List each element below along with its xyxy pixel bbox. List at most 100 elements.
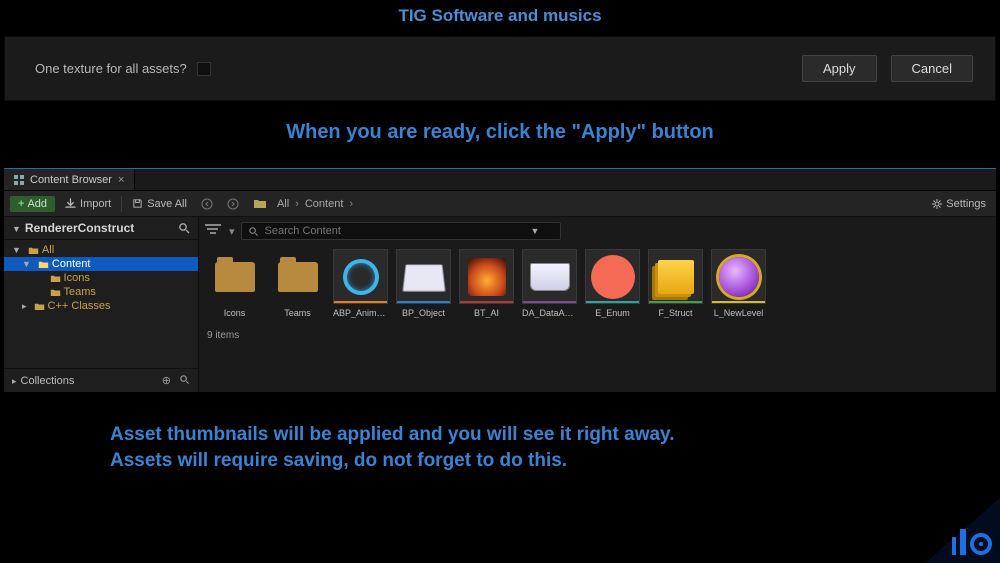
folder-icon — [28, 246, 39, 255]
asset-item[interactable]: BP_Object — [396, 249, 451, 318]
thumbnail — [585, 249, 640, 304]
asset-view: ▾ ▼ Icons Teams ABP_AnimBP BP_Object BT_AI DA… — [199, 217, 996, 392]
item-label: L_NewLevel — [711, 308, 766, 318]
tree-label: All — [42, 244, 54, 256]
folder-icon — [278, 262, 318, 292]
folder-grid-icon — [14, 175, 24, 185]
chevron-down-icon: ▼ — [12, 224, 21, 234]
search-icon[interactable] — [178, 222, 190, 234]
type-underline — [460, 301, 513, 303]
dialog-buttons: Apply Cancel — [802, 55, 973, 82]
item-label: F_Struct — [648, 308, 703, 318]
one-texture-checkbox[interactable] — [197, 62, 211, 76]
chevron-down-icon[interactable]: ▾ — [229, 225, 235, 238]
history-back-button[interactable] — [197, 196, 217, 212]
tree-row-icons[interactable]: ▸Icons — [4, 271, 198, 285]
import-button[interactable]: Import — [61, 196, 115, 212]
asset-item[interactable]: DA_DataAsset — [522, 249, 577, 318]
instruction-line: Asset thumbnails will be applied and you… — [110, 422, 820, 448]
toolbar: + Add Import Save All All › Cont — [4, 191, 996, 217]
folder-item[interactable]: Icons — [207, 249, 262, 318]
project-name: RendererConstruct — [25, 221, 134, 235]
item-label: BP_Object — [396, 308, 451, 318]
instruction-after-apply: Asset thumbnails will be applied and you… — [0, 392, 820, 473]
content-browser: Content Browser × + Add Import Save All — [4, 168, 996, 392]
item-label: E_Enum — [585, 308, 640, 318]
filter-button[interactable] — [205, 224, 223, 238]
asset-item[interactable]: BT_AI — [459, 249, 514, 318]
asset-art — [343, 259, 379, 295]
crumb-all[interactable]: All — [277, 198, 289, 210]
add-button[interactable]: + Add — [10, 196, 55, 212]
asset-art — [468, 258, 506, 296]
tab-content-browser[interactable]: Content Browser × — [4, 169, 135, 190]
import-label: Import — [80, 198, 111, 210]
asset-item[interactable]: E_Enum — [585, 249, 640, 318]
add-label: Add — [27, 198, 47, 210]
type-underline — [586, 301, 639, 303]
thumbnail — [522, 249, 577, 304]
save-all-button[interactable]: Save All — [128, 196, 191, 212]
collections-header[interactable]: ▸ Collections ⊕ — [4, 368, 198, 392]
type-underline — [523, 301, 576, 303]
plus-icon: + — [18, 198, 24, 210]
import-icon — [65, 198, 76, 209]
folder-item[interactable]: Teams — [270, 249, 325, 318]
folder-icon — [50, 274, 61, 283]
asset-art — [530, 263, 570, 291]
apply-button[interactable]: Apply — [802, 55, 877, 82]
thumbnail — [270, 249, 325, 304]
folder-icon — [50, 288, 61, 297]
page-title: TIG Software and musics — [0, 0, 1000, 30]
search-icon[interactable] — [179, 374, 190, 387]
dialog-option-row: One texture for all assets? — [35, 61, 211, 76]
crumb-content[interactable]: Content — [305, 198, 344, 210]
asset-item[interactable]: L_NewLevel — [711, 249, 766, 318]
add-collection-button[interactable]: ⊕ — [162, 374, 171, 387]
search-icon — [248, 226, 259, 237]
chevron-right-icon: ▸ — [12, 376, 17, 386]
settings-label: Settings — [946, 198, 986, 210]
tree-label: Icons — [64, 272, 90, 284]
item-label: BT_AI — [459, 308, 514, 318]
instruction-apply: When you are ready, click the "Apply" bu… — [0, 101, 1000, 168]
gear-icon — [931, 198, 942, 209]
tree-row-c-classes[interactable]: ▸C++ Classes — [4, 299, 198, 313]
thumbnail — [396, 249, 451, 304]
tree-row-all[interactable]: ▼All — [4, 243, 198, 257]
asset-item[interactable]: ABP_AnimBP — [333, 249, 388, 318]
type-underline — [649, 301, 702, 303]
save-all-label: Save All — [147, 198, 187, 210]
separator — [121, 196, 122, 212]
chevron-right-icon: › — [295, 198, 299, 210]
chevron-down-icon[interactable]: ▼ — [531, 226, 540, 236]
thumbnail — [207, 249, 262, 304]
search-input[interactable] — [265, 225, 525, 237]
breadcrumb: All › Content › — [277, 198, 353, 210]
tree-label: C++ Classes — [48, 300, 111, 312]
dialog-panel: One texture for all assets? Apply Cancel — [4, 36, 996, 101]
folder-icon — [38, 260, 49, 269]
type-underline — [334, 301, 387, 303]
folder-tree: ▼All▼Content▸Icons▸Teams▸C++ Classes — [4, 240, 198, 316]
search-content-box[interactable]: ▼ — [241, 222, 561, 240]
settings-button[interactable]: Settings — [927, 196, 990, 212]
type-underline — [712, 301, 765, 303]
tree-row-teams[interactable]: ▸Teams — [4, 285, 198, 299]
project-header[interactable]: ▼ RendererConstruct — [4, 217, 198, 240]
asset-art — [591, 255, 635, 299]
item-label: Teams — [270, 308, 325, 318]
tab-bar: Content Browser × — [4, 169, 996, 191]
cancel-button[interactable]: Cancel — [891, 55, 973, 82]
tab-close-button[interactable]: × — [118, 174, 124, 186]
tree-row-content[interactable]: ▼Content — [4, 257, 198, 271]
asset-art — [719, 257, 759, 297]
thumbnail — [459, 249, 514, 304]
collections-label: Collections — [21, 375, 75, 387]
asset-item[interactable]: F_Struct — [648, 249, 703, 318]
breadcrumb-folder-icon[interactable] — [249, 196, 271, 211]
browser-body: ▼RendererConstruct ▼All▼Content▸Icons▸Te… — [4, 217, 996, 392]
source-panel: ▼RendererConstruct ▼All▼Content▸Icons▸Te… — [4, 217, 199, 392]
history-forward-button[interactable] — [223, 196, 243, 212]
asset-grid: Icons Teams ABP_AnimBP BP_Object BT_AI DA_Dat… — [199, 245, 996, 322]
